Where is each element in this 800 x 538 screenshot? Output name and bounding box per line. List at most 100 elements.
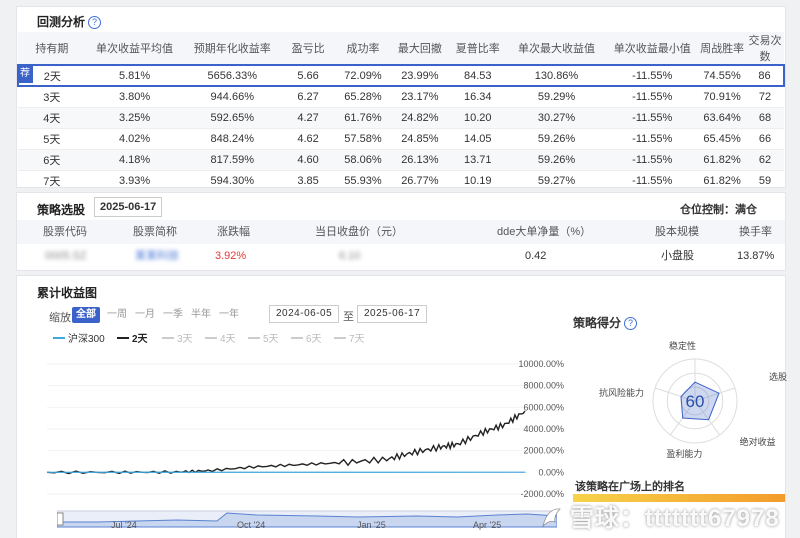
picks-header-row: 股票代码 股票简称 涨跌幅 当日收盘价（元） dde大单净量（%） 股本规模 换… <box>17 220 785 244</box>
help-icon[interactable]: ? <box>88 16 102 29</box>
radar-axis-label: 绝对收益 <box>740 436 776 447</box>
legend-3d[interactable]: 3天 <box>162 330 193 345</box>
watermark-user: ttttttt67978 <box>645 505 780 532</box>
backtest-cell: 817.59% <box>183 148 282 170</box>
legend-label: 沪深300 <box>68 334 105 345</box>
col-header: 股票代码 <box>43 226 87 238</box>
backtest-cell: -11.55% <box>606 169 699 191</box>
backtest-row[interactable]: 7天 3.93% 594.30% 3.85 55.93% 26.77% 10.19 59.27… <box>18 169 784 191</box>
backtest-cell: -11.55% <box>606 127 699 149</box>
legend-hs300[interactable]: 沪深300 <box>53 330 105 345</box>
dde-value: 0.42 <box>525 250 547 262</box>
backtest-cell: 63.64% <box>698 106 747 128</box>
navigator-handle-left <box>57 512 64 526</box>
backtest-cell: 4.62 <box>281 127 335 149</box>
backtest-row[interactable]: 5天 4.02% 848.24% 4.62 57.58% 24.85% 14.05 59.26… <box>18 127 784 149</box>
backtest-cell: 23.17% <box>390 85 449 107</box>
date-from-input[interactable]: 2024-06-05 <box>269 305 340 323</box>
backtest-cell: 59.29% <box>506 85 607 107</box>
backtest-title-text: 回测分析 <box>37 15 86 29</box>
backtest-cell: 3.85 <box>281 169 335 191</box>
picks-row[interactable]: 0005.SZ 某某科技 3.92% 6.10 0.42 小盘股 13.87% <box>17 244 785 268</box>
y-tick-label: 4000.00% <box>523 424 564 434</box>
backtest-cell: 5天 <box>18 127 86 149</box>
col-header: 成功率 <box>335 32 391 65</box>
close-price: 6.10 <box>339 250 361 262</box>
backtest-cell: 59.26% <box>506 127 607 149</box>
picks-date[interactable]: 2025-06-17 <box>94 197 163 217</box>
legend-label: 5天 <box>263 334 279 345</box>
backtest-row[interactable]: 4天 3.25% 592.65% 4.27 61.76% 24.82% 10.20 30.27… <box>18 106 784 128</box>
backtest-cell: 6天 <box>18 148 86 170</box>
backtest-cell: 4.18% <box>85 148 184 170</box>
backtest-row[interactable]: 2天 5.81% 5656.33% 5.66 72.09% 23.99% 84.53 130.… <box>17 64 785 87</box>
y-tick-label: 0.00% <box>538 467 564 477</box>
backtest-cell: -11.55% <box>606 85 699 107</box>
backtest-cell: 72 <box>746 85 784 107</box>
zoom-month-button[interactable]: 一月 <box>133 307 157 323</box>
col-header: 交易次数 <box>746 32 784 65</box>
legend-5d[interactable]: 5天 <box>248 330 279 345</box>
zoom-quarter-button[interactable]: 一季 <box>161 307 185 323</box>
cap-size: 小盘股 <box>661 250 694 262</box>
stock-code: 0005.SZ <box>45 250 87 262</box>
position-control: 仓位控制：满仓 <box>680 204 757 216</box>
backtest-cell: -11.55% <box>606 148 699 170</box>
date-to-input[interactable]: 2025-06-17 <box>357 305 428 323</box>
col-header: 换手率 <box>739 226 772 238</box>
navigator[interactable]: Jul '24 Oct '24 Jan '25 Apr '25 <box>57 508 557 532</box>
backtest-row[interactable]: 3天 3.80% 944.66% 6.27 65.28% 23.17% 16.34 59.29… <box>18 85 784 107</box>
legend-4d[interactable]: 4天 <box>205 330 236 345</box>
backtest-cell: 57.58% <box>335 127 391 149</box>
backtest-cell: 86 <box>746 64 785 87</box>
recommend-tag: 荐 <box>17 64 33 83</box>
legend-7d[interactable]: 7天 <box>334 330 365 345</box>
stock-name[interactable]: 某某科技 <box>135 244 179 268</box>
backtest-cell: 65.45% <box>698 127 747 149</box>
zoom-all-button[interactable]: 全部 <box>72 307 100 323</box>
legend-label: 7天 <box>349 334 365 345</box>
y-tick-label: 2000.00% <box>523 446 564 456</box>
backtest-cell: 23.99% <box>390 64 449 87</box>
picks-title: 策略选股 <box>37 203 86 217</box>
zoom-label: 缩放: <box>49 312 75 324</box>
score-title: 策略得分? <box>573 314 638 331</box>
backtest-cell: 72.09% <box>335 64 391 87</box>
zoom-week-button[interactable]: 一周 <box>105 307 129 323</box>
col-header: 盈亏比 <box>281 32 335 65</box>
backtest-cell: 70.91% <box>698 85 747 107</box>
col-header: 单次最大收益值 <box>506 32 607 65</box>
backtest-cell: 55.93% <box>335 169 391 191</box>
backtest-cell: 4.60 <box>281 148 335 170</box>
backtest-cell: 7天 <box>18 169 86 191</box>
zoom-year-button[interactable]: 一年 <box>217 307 241 323</box>
backtest-cell: 74.55% <box>698 64 747 87</box>
col-header: 夏普比率 <box>448 32 507 65</box>
to-label: 至 <box>343 311 354 323</box>
cumulative-chart[interactable]: 10000.00% 8000.00% 6000.00% 4000.00% 2000.00… <box>47 346 567 506</box>
legend-6d[interactable]: 6天 <box>291 330 322 345</box>
zoom-halfyear-button[interactable]: 半年 <box>189 307 213 323</box>
backtest-cell: 14.05 <box>448 127 507 149</box>
backtest-cell: 59.27% <box>506 169 607 191</box>
radar-axis-label: 稳定性 <box>669 340 696 351</box>
col-header: 股票简称 <box>133 226 177 238</box>
backtest-cell: 848.24% <box>183 127 282 149</box>
legend-2d[interactable]: 2天 <box>117 330 148 345</box>
help-icon[interactable]: ? <box>624 317 638 330</box>
backtest-cell: 66 <box>746 127 784 149</box>
backtest-title: 回测分析? <box>37 13 102 30</box>
backtest-cell: 61.82% <box>698 148 747 170</box>
change-pct: 3.92% <box>215 250 247 262</box>
backtest-cell: 58.06% <box>335 148 391 170</box>
backtest-row[interactable]: 6天 4.18% 817.59% 4.60 58.06% 26.13% 13.71 59.26… <box>18 148 784 170</box>
legend-label: 6天 <box>306 334 322 345</box>
legend-label: 4天 <box>220 334 236 345</box>
watermark-brand: 雪球： <box>570 505 645 532</box>
score-radar: 稳定性选股能力绝对收益盈利能力 抗风险能力 60 <box>599 340 787 459</box>
backtest-cell: -11.55% <box>606 64 699 87</box>
backtest-cell: 3.80% <box>85 85 184 107</box>
backtest-cell: 59 <box>746 169 784 191</box>
backtest-cell: 594.30% <box>183 169 282 191</box>
picks-panel: 策略选股 2025-06-17 仓位控制：满仓 股票代码 股票简称 涨跌幅 当日… <box>16 192 786 271</box>
